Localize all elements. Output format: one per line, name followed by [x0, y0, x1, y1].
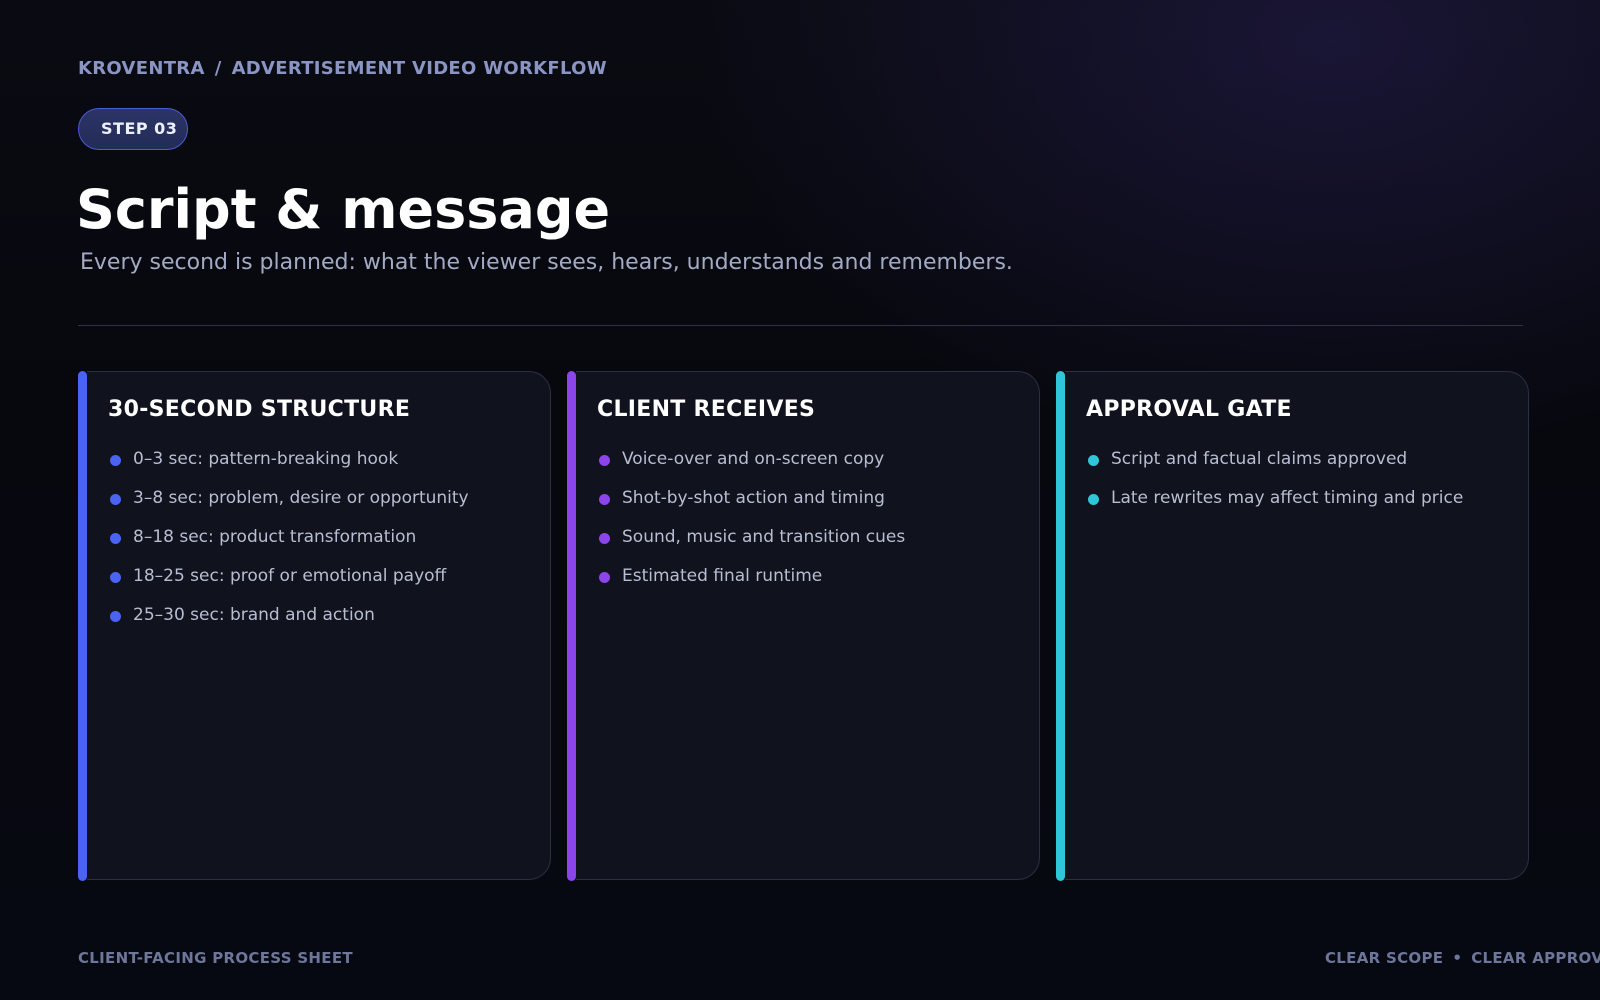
list-item-text: Shot-by-shot action and timing — [622, 488, 885, 508]
bullet-dot-icon — [599, 533, 610, 544]
footer-tagline: CLEAR SCOPE • CLEAR APPROVALS — [1325, 949, 1600, 967]
page-title: Script & message — [76, 178, 611, 241]
list-item-text: 0–3 sec: pattern-breaking hook — [133, 449, 399, 469]
list-item: 18–25 sec: proof or emotional payoff — [108, 565, 469, 604]
card-title: 30-SECOND STRUCTURE — [108, 397, 411, 422]
footer-tagline-part: CLEAR APPROVALS — [1471, 949, 1600, 967]
footer-tagline-separator: • — [1452, 949, 1463, 967]
list-item-text: 8–18 sec: product transformation — [133, 527, 417, 547]
card-30-second-structure: 30-SECOND STRUCTURE 0–3 sec: pattern-bre… — [78, 371, 551, 881]
bullet-dot-icon — [110, 455, 121, 466]
card-list: Script and factual claims approved Late … — [1086, 448, 1463, 526]
list-item-text: 25–30 sec: brand and action — [133, 605, 375, 625]
list-item: 8–18 sec: product transformation — [108, 526, 469, 565]
footer-label: CLIENT-FACING PROCESS SHEET — [78, 949, 353, 967]
bullet-dot-icon — [1088, 494, 1099, 505]
list-item: Sound, music and transition cues — [597, 526, 905, 565]
bullet-dot-icon — [110, 572, 121, 583]
card-accent-bar — [78, 371, 87, 881]
card-list: Voice-over and on-screen copy Shot-by-sh… — [597, 448, 905, 604]
bullet-dot-icon — [1088, 455, 1099, 466]
footer-tagline-part: CLEAR SCOPE — [1325, 949, 1444, 967]
bullet-dot-icon — [599, 455, 610, 466]
step-badge: STEP 03 — [78, 108, 188, 150]
list-item-text: Voice-over and on-screen copy — [622, 449, 885, 469]
list-item: 0–3 sec: pattern-breaking hook — [108, 448, 469, 487]
card-list: 0–3 sec: pattern-breaking hook 3–8 sec: … — [108, 448, 469, 643]
list-item: Late rewrites may affect timing and pric… — [1086, 487, 1463, 526]
list-item-text: Late rewrites may affect timing and pric… — [1111, 488, 1464, 508]
list-item-text: Estimated final runtime — [622, 566, 823, 586]
breadcrumb-section: ADVERTISEMENT VIDEO WORKFLOW — [231, 58, 607, 79]
list-item: Script and factual claims approved — [1086, 448, 1463, 487]
bullet-dot-icon — [110, 494, 121, 505]
list-item: 3–8 sec: problem, desire or opportunity — [108, 487, 469, 526]
list-item-text: 3–8 sec: problem, desire or opportunity — [133, 488, 469, 508]
breadcrumb-separator: / — [214, 58, 222, 79]
list-item-text: Script and factual claims approved — [1111, 449, 1408, 469]
bullet-dot-icon — [110, 533, 121, 544]
card-accent-bar — [1056, 371, 1065, 881]
bullet-dot-icon — [599, 494, 610, 505]
card-title: CLIENT RECEIVES — [597, 397, 816, 422]
bullet-dot-icon — [110, 611, 121, 622]
list-item: 25–30 sec: brand and action — [108, 604, 469, 643]
page-subtitle: Every second is planned: what the viewer… — [80, 250, 1013, 275]
card-client-receives: CLIENT RECEIVES Voice-over and on-screen… — [567, 371, 1040, 881]
list-item: Voice-over and on-screen copy — [597, 448, 905, 487]
card-approval-gate: APPROVAL GATE Script and factual claims … — [1056, 371, 1529, 881]
card-accent-bar — [567, 371, 576, 881]
list-item-text: Sound, music and transition cues — [622, 527, 906, 547]
breadcrumb: KROVENTRA / ADVERTISEMENT VIDEO WORKFLOW — [78, 58, 607, 79]
card-title: APPROVAL GATE — [1086, 397, 1292, 422]
breadcrumb-brand: KROVENTRA — [78, 58, 205, 79]
bullet-dot-icon — [599, 572, 610, 583]
list-item: Estimated final runtime — [597, 565, 905, 604]
section-divider — [78, 325, 1523, 326]
list-item: Shot-by-shot action and timing — [597, 487, 905, 526]
list-item-text: 18–25 sec: proof or emotional payoff — [133, 566, 447, 586]
